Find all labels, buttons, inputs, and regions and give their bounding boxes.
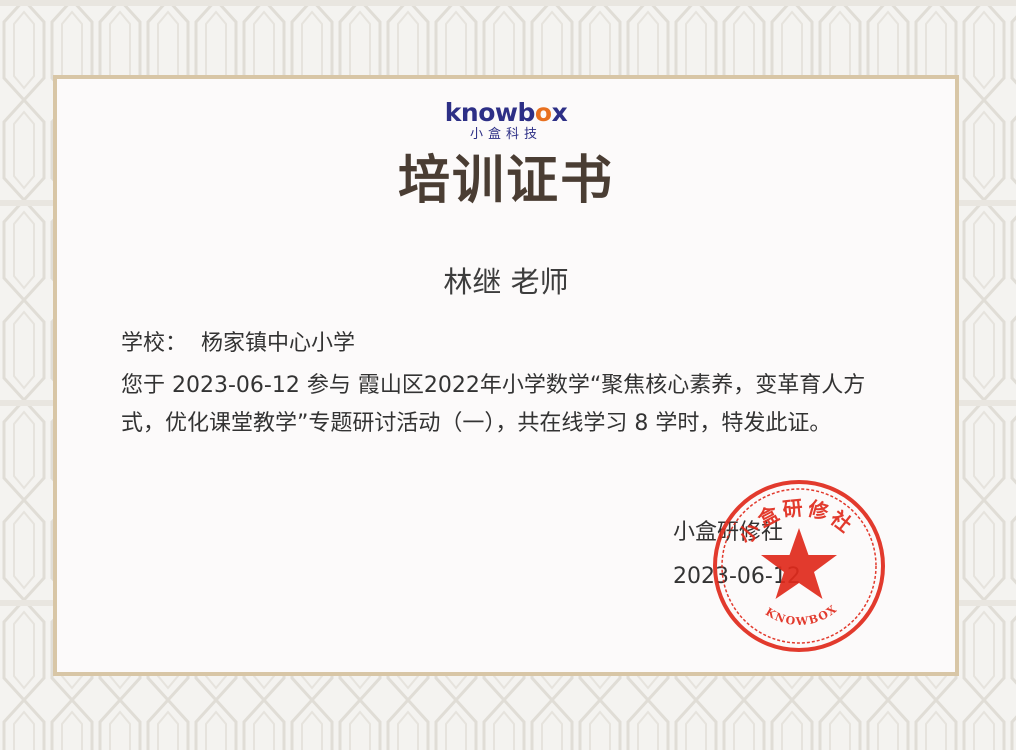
star-icon (761, 528, 837, 599)
logo-subtitle: 小盒科技 (469, 127, 542, 142)
certificate-statement: 您于 2023-06-12 参与 霞山区2022年小学数学“聚焦核心素养，变革育… (121, 373, 866, 436)
knowbox-logo: knowbox 小盒科技 (57, 99, 955, 143)
school-label: 学校： (121, 331, 188, 356)
school-value: 杨家镇中心小学 (201, 331, 356, 356)
school-line: 学校： 杨家镇中心小学 (121, 325, 901, 363)
recipient-name: 林继 老师 (443, 265, 569, 299)
certificate-frame: knowbox 小盒科技 培训证书 林继 老师 学校： 杨家镇中心小学 您于 20… (53, 75, 959, 676)
certificate-title: 培训证书 (397, 151, 614, 211)
official-seal: 小盒研修社 KNOWBOX (713, 480, 885, 652)
seal-bottom-text: KNOWBOX (763, 602, 840, 628)
logo-wordmark: knowbox (444, 98, 568, 127)
